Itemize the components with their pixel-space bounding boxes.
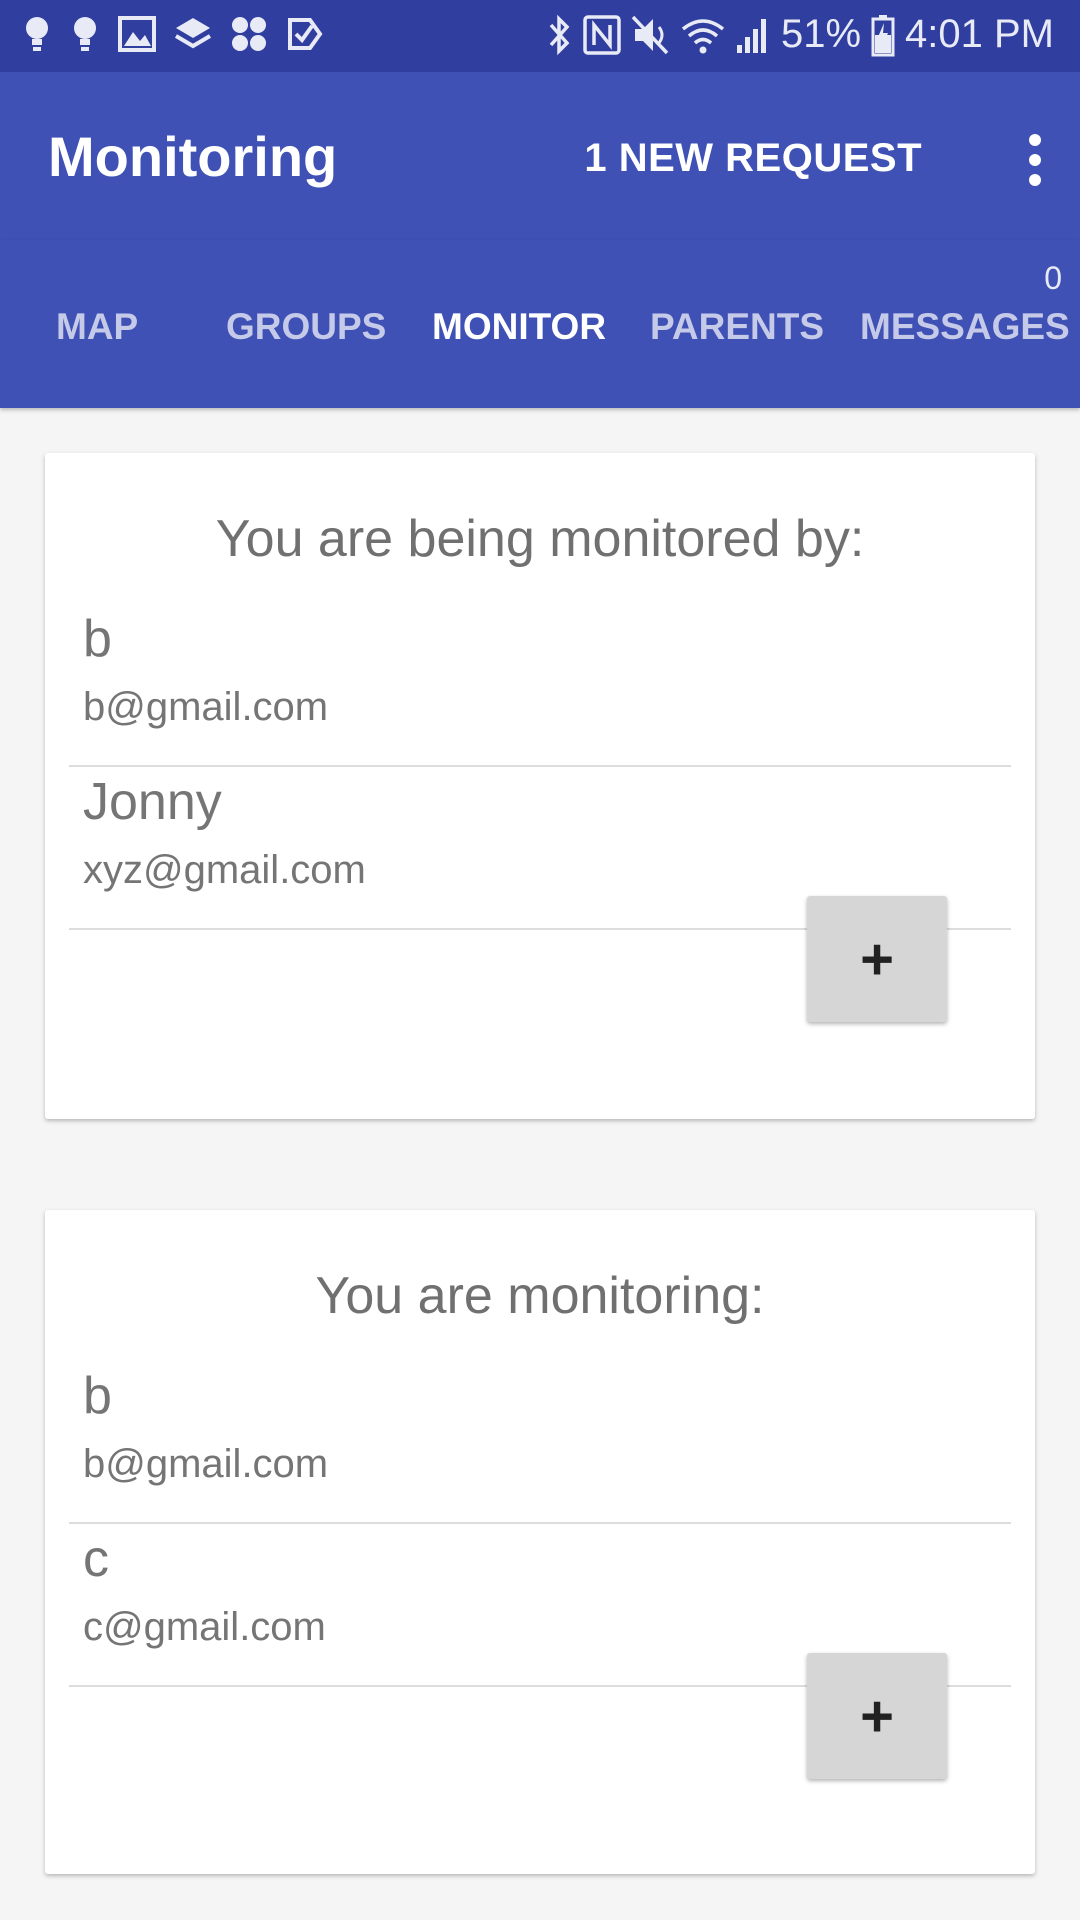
messages-badge: 0 [1044,260,1062,296]
monitoring-title: You are monitoring: [315,1267,765,1325]
page-title: Monitoring [48,125,338,188]
user-email: b@gmail.com [83,685,329,729]
tab-monitor[interactable]: MONITOR [432,306,606,348]
tab-map[interactable]: MAP [56,306,138,348]
mute-icon [631,15,669,54]
user-name: b [83,1367,112,1425]
clock: 4:01 PM [905,12,1054,56]
monitoring-card: You are monitoring: b b@gmail.com c c@gm… [45,1210,1035,1874]
add-monitor-button[interactable]: + [807,896,947,1022]
signal-icon [736,18,766,53]
check-icon [288,18,323,50]
apps-icon [232,17,266,51]
image-icon [118,16,156,52]
notification-icons [22,14,324,54]
new-request-button[interactable]: 1 NEW REQUEST [584,136,922,181]
tab-messages[interactable]: MESSAGES [860,306,1070,348]
nfc-icon [583,14,621,55]
app-bar: Monitoring 1 NEW REQUEST [0,72,1080,240]
wifi-icon [681,18,725,53]
user-name: c [83,1530,109,1588]
system-status: 51% 4:01 PM [547,12,1054,57]
user-email: c@gmail.com [83,1605,326,1649]
bulb-icon [26,17,48,51]
overflow-menu-icon[interactable] [1014,130,1054,190]
list-item[interactable]: b b@gmail.com [69,1360,1011,1524]
status-bar: 51% 4:01 PM [0,0,1080,72]
tab-parents[interactable]: PARENTS [650,306,824,348]
battery-icon [871,14,895,56]
tab-groups[interactable]: GROUPS [226,306,386,348]
add-monitored-button[interactable]: + [807,1653,947,1779]
battery-percent: 51% [780,12,862,56]
tab-bar: MAP GROUPS MONITOR PARENTS MESSAGES 0 [0,240,1080,408]
monitored-by-title: You are being monitored by: [215,510,865,568]
user-email: xyz@gmail.com [83,848,366,892]
list-item[interactable]: b b@gmail.com [69,603,1011,767]
user-name: b [83,610,112,668]
monitored-by-card: You are being monitored by: b b@gmail.co… [45,453,1035,1119]
bulb-icon [74,17,96,51]
user-name: Jonny [83,773,222,831]
bluetooth-icon [549,14,570,55]
layers-icon [174,18,212,49]
user-email: b@gmail.com [83,1442,329,1486]
